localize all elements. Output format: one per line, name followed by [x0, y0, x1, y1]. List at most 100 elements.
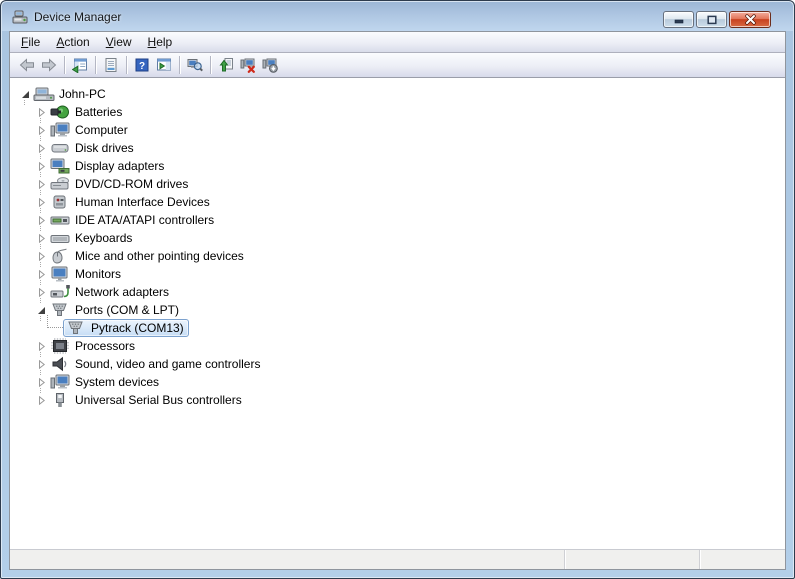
menu-item-help[interactable]: Help — [140, 33, 181, 51]
tree-expander-collapsed[interactable] — [35, 214, 47, 226]
window-title: Device Manager — [34, 10, 121, 24]
tree-item-human-interface-devices[interactable]: Human Interface Devices — [16, 193, 785, 211]
help-button[interactable]: ? — [131, 54, 153, 76]
tree-item-label: Batteries — [74, 105, 123, 119]
status-bar — [10, 549, 785, 569]
tree-item-mice-and-other-pointing-devices[interactable]: Mice and other pointing devices — [16, 247, 785, 265]
uninstall-button[interactable] — [237, 54, 259, 76]
tree-item-body[interactable]: Sound, video and game controllers — [47, 355, 265, 373]
tree-expander-collapsed[interactable] — [35, 286, 47, 298]
sound-icon — [49, 356, 71, 372]
back-button[interactable] — [16, 54, 38, 76]
tree-item-label: Universal Serial Bus controllers — [74, 393, 243, 407]
tree-item-body[interactable]: Display adapters — [47, 157, 169, 175]
menu-item-file[interactable]: File — [13, 33, 48, 51]
tree-item-ide-ata-atapi-controllers[interactable]: IDE ATA/ATAPI controllers — [16, 211, 785, 229]
keyboard-icon — [49, 230, 71, 246]
tree-expander-collapsed[interactable] — [35, 340, 47, 352]
properties-button[interactable] — [100, 54, 122, 76]
tree-expander-expanded[interactable] — [19, 88, 31, 100]
tree-expander-collapsed[interactable] — [35, 376, 47, 388]
tree-item-body[interactable]: Ports (COM & LPT) — [47, 301, 184, 319]
minimize-icon — [673, 15, 685, 25]
tree-item-label: John-PC — [58, 87, 107, 101]
tree-expander-collapsed[interactable] — [35, 196, 47, 208]
battery-icon — [49, 104, 71, 120]
toolbar-separator — [179, 56, 180, 74]
tree-item-body[interactable]: DVD/CD-ROM drives — [47, 175, 193, 193]
status-panel-end — [700, 550, 785, 569]
toolbar: ? — [10, 53, 785, 78]
tree-item-body[interactable]: Computer — [47, 121, 133, 139]
tree-item-body[interactable]: Network adapters — [47, 283, 174, 301]
tree-item-monitors[interactable]: Monitors — [16, 265, 785, 283]
tree-item-keyboards[interactable]: Keyboards — [16, 229, 785, 247]
scan-hardware-changes-button[interactable] — [184, 54, 206, 76]
mouse-icon — [49, 248, 71, 264]
network-adapter-icon — [49, 284, 71, 300]
tree-item-body[interactable]: Human Interface Devices — [47, 193, 215, 211]
tree-item-body[interactable]: System devices — [47, 373, 164, 391]
show-console-tree-button[interactable] — [69, 54, 91, 76]
tree-item-label: Processors — [74, 339, 136, 353]
tree-item-label: IDE ATA/ATAPI controllers — [74, 213, 215, 227]
maximize-button[interactable] — [696, 11, 727, 28]
show-action-pane-button[interactable] — [153, 54, 175, 76]
tree-item-system-devices[interactable]: System devices — [16, 373, 785, 391]
tree-item-display-adapters[interactable]: Display adapters — [16, 157, 785, 175]
tree-item-body[interactable]: Universal Serial Bus controllers — [47, 391, 247, 409]
tree-item-label: Network adapters — [74, 285, 170, 299]
minimize-button[interactable] — [663, 11, 694, 28]
tree-expander-collapsed[interactable] — [35, 106, 47, 118]
tree-item-body[interactable]: IDE ATA/ATAPI controllers — [47, 211, 219, 229]
tree-item-body[interactable]: Disk drives — [47, 139, 139, 157]
tree-expander-collapsed[interactable] — [35, 250, 47, 262]
tree-item-label: Ports (COM & LPT) — [74, 303, 180, 317]
tree-item-ports-com-lpt[interactable]: Ports (COM & LPT) — [16, 301, 785, 319]
tree-expander-collapsed[interactable] — [35, 178, 47, 190]
tree-item-body[interactable]: John-PC — [31, 85, 111, 103]
tree-expander-collapsed[interactable] — [35, 358, 47, 370]
device-manager-icon — [12, 9, 28, 25]
tree-item-disk-drives[interactable]: Disk drives — [16, 139, 785, 157]
tree-item-body[interactable]: Mice and other pointing devices — [47, 247, 249, 265]
forward-button[interactable] — [38, 54, 60, 76]
tree-selection[interactable]: Pytrack (COM13) — [63, 319, 189, 337]
tree-expander-collapsed[interactable] — [35, 394, 47, 406]
tree-expander-collapsed[interactable] — [35, 268, 47, 280]
tree-item-john-pc[interactable]: John-PC — [16, 85, 785, 103]
update-driver-icon — [218, 57, 234, 73]
tree-item-body[interactable]: Monitors — [47, 265, 126, 283]
tree-expander-collapsed[interactable] — [35, 142, 47, 154]
tree-item-label: Human Interface Devices — [74, 195, 211, 209]
update-driver-button[interactable] — [215, 54, 237, 76]
system-device-icon — [49, 374, 71, 390]
toolbar-separator — [210, 56, 211, 74]
menu-item-action[interactable]: Action — [48, 33, 97, 51]
tree-item-dvd-cd-rom-drives[interactable]: DVD/CD-ROM drives — [16, 175, 785, 193]
tree-item-computer[interactable]: Computer — [16, 121, 785, 139]
tree-item-network-adapters[interactable]: Network adapters — [16, 283, 785, 301]
close-button[interactable] — [729, 11, 771, 28]
tree-item-processors[interactable]: Processors — [16, 337, 785, 355]
tree-connector-line — [47, 315, 63, 328]
tree-item-batteries[interactable]: Batteries — [16, 103, 785, 121]
titlebar[interactable]: Device Manager — [2, 2, 793, 31]
tree-item-body[interactable]: Keyboards — [47, 229, 137, 247]
tree-expander-collapsed[interactable] — [35, 160, 47, 172]
tree-item-sound-video-and-game-controllers[interactable]: Sound, video and game controllers — [16, 355, 785, 373]
disk-drive-icon — [49, 140, 71, 156]
tree-item-label: Pytrack (COM13) — [90, 321, 185, 335]
tree-expander-collapsed[interactable] — [35, 124, 47, 136]
tree-item-body[interactable]: Processors — [47, 337, 140, 355]
tree-expander-expanded[interactable] — [35, 304, 47, 316]
tree-expander-collapsed[interactable] — [35, 232, 47, 244]
tree-item-label: Sound, video and game controllers — [74, 357, 261, 371]
monitor-icon — [49, 266, 71, 282]
device-tree: John-PC Batteries ComputerDisk drivesDispl… — [10, 78, 785, 549]
tree-item-pytrack-com13[interactable]: Pytrack (COM13) — [16, 319, 785, 337]
tree-item-body[interactable]: Batteries — [47, 103, 127, 121]
tree-item-universal-serial-bus-controllers[interactable]: Universal Serial Bus controllers — [16, 391, 785, 409]
menu-item-view[interactable]: View — [98, 33, 140, 51]
disable-device-button[interactable] — [259, 54, 281, 76]
